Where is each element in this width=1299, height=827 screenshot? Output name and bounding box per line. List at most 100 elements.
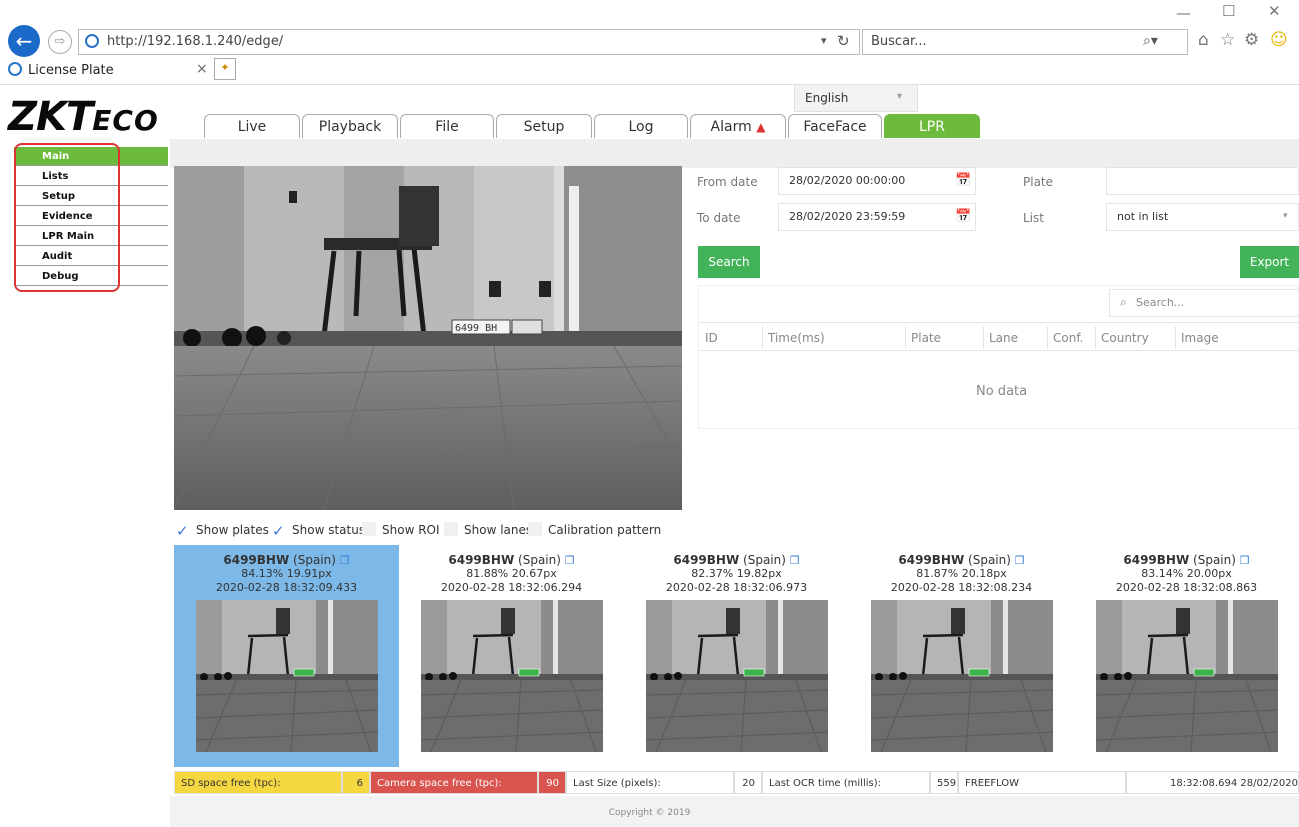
search-icon[interactable]: ⌕▾ — [1143, 33, 1158, 49]
new-tab-icon[interactable]: ✦ — [214, 58, 236, 80]
language-select[interactable]: English ▾ — [794, 84, 918, 112]
column-header-lane[interactable]: Lane — [989, 331, 1018, 345]
copy-icon[interactable]: ❐ — [340, 554, 350, 567]
copyright-text: Copyright © 2019 — [608, 808, 691, 818]
table-search-placeholder: Search... — [1136, 296, 1185, 309]
calibration-pattern-checkbox[interactable]: Calibration pattern — [528, 521, 661, 539]
nav-tab-live[interactable]: Live — [204, 114, 300, 138]
highlight-annotation-box — [14, 143, 120, 292]
show-status-checkbox[interactable]: ✓ Show status — [272, 521, 365, 539]
thumbnail-time: 2020-02-28 18:32:09.433 — [215, 581, 358, 594]
checkbox-label: Show lanes — [464, 523, 533, 537]
column-header-image[interactable]: Image — [1181, 331, 1219, 345]
thumbnail-plate: 6499BHW — [898, 553, 965, 567]
copy-icon[interactable]: ❐ — [565, 554, 575, 567]
column-header-country[interactable]: Country — [1101, 331, 1149, 345]
nav-tab-file[interactable]: File — [400, 114, 494, 138]
show-plates-checkbox[interactable]: ✓ Show plates — [176, 521, 269, 539]
maximize-icon[interactable]: ☐ — [1222, 2, 1235, 20]
thumbnail-card[interactable]: 6499BHW (Spain) ❐ 82.37% 19.82px 2020-02-2… — [624, 545, 849, 767]
copy-icon[interactable]: ❐ — [1015, 554, 1025, 567]
last-ocr-label: Last OCR time (millis): — [762, 771, 930, 794]
browser-search-input[interactable]: Buscar... ⌕▾ — [862, 29, 1188, 55]
list-select[interactable]: not in list — [1106, 203, 1299, 231]
search-icon: ⌕ — [1120, 295, 1127, 309]
table-search-input[interactable]: ⌕ Search... — [1109, 289, 1299, 317]
plate-overlay-text: 6499 BH — [455, 323, 497, 334]
checkbox-empty — [362, 522, 376, 536]
home-icon[interactable]: ⌂ — [1198, 30, 1209, 50]
column-header-id[interactable]: ID — [705, 331, 718, 345]
checkbox-label: Show status — [292, 523, 366, 537]
calendar-icon[interactable]: 📅 — [955, 173, 971, 188]
nav-tab-label: FaceFace — [803, 119, 867, 135]
thumbnail-time: 2020-02-28 18:32:08.863 — [1115, 581, 1258, 594]
nav-tab-lpr[interactable]: LPR — [884, 114, 980, 138]
thumbnail-card[interactable]: 6499BHW (Spain) ❐ 81.88% 20.67px 2020-02-2… — [399, 545, 624, 767]
status-timestamp: 18:32:08.694 28/02/2020 — [1126, 771, 1299, 794]
settings-gear-icon[interactable]: ⚙ — [1244, 30, 1259, 50]
address-bar[interactable]: http://192.168.1.240/edge/ ▾ ↻ — [78, 29, 860, 55]
column-header-conf[interactable]: Conf. — [1053, 331, 1084, 345]
thumbnail-card[interactable]: 6499BHW (Spain) ❐ 83.14% 20.00px 2020-02-2… — [1074, 545, 1299, 767]
thumbnail-image[interactable] — [421, 600, 603, 752]
divider — [699, 350, 1299, 351]
nav-tab-log[interactable]: Log — [594, 114, 688, 138]
show-roi-checkbox[interactable]: Show ROI — [362, 521, 440, 539]
list-value: not in list — [1117, 210, 1169, 223]
close-window-icon[interactable]: ✕ — [1268, 2, 1281, 20]
thumbnail-time: 2020-02-28 18:32:06.294 — [440, 581, 583, 594]
column-header-plate[interactable]: Plate — [911, 331, 941, 345]
smiley-feedback-icon[interactable]: ☺ — [1270, 30, 1288, 50]
thumbnail-stats: 82.37% 19.82px — [691, 567, 782, 580]
tab-close-icon[interactable]: × — [196, 61, 208, 77]
column-header-time[interactable]: Time(ms) — [768, 331, 825, 345]
thumbnail-image[interactable] — [646, 600, 828, 752]
logo-main-text: ZKT — [8, 94, 93, 140]
to-date-input[interactable]: 28/02/2020 23:59:59 — [778, 203, 976, 231]
checkmark-icon: ✓ — [176, 522, 189, 540]
copy-icon[interactable]: ❐ — [1240, 554, 1250, 567]
thumbnail-title: 6499BHW (Spain) ❐ — [174, 553, 399, 567]
nav-tab-faceface[interactable]: FaceFace — [788, 114, 882, 138]
divider — [1047, 326, 1048, 348]
nav-tab-alarm[interactable]: Alarm ▲ — [690, 114, 786, 138]
divider — [1175, 326, 1176, 348]
refresh-icon[interactable]: ↻ — [837, 32, 850, 50]
thumbnail-card[interactable]: 6499BHW (Spain) ❐ 81.87% 20.18px 2020-02-2… — [849, 545, 1074, 767]
thumbnail-title: 6499BHW (Spain) ❐ — [849, 553, 1074, 567]
thumbnail-card[interactable]: 6499BHW (Spain) ❐ 84.13% 19.91px 2020-02-2… — [174, 545, 399, 767]
nav-tab-setup[interactable]: Setup — [496, 114, 592, 138]
show-lanes-checkbox[interactable]: Show lanes — [444, 521, 532, 539]
thumbnail-stats: 81.87% 20.18px — [916, 567, 1007, 580]
nav-tab-label: Playback — [318, 119, 382, 135]
from-date-input[interactable]: 28/02/2020 00:00:00 — [778, 167, 976, 195]
copy-icon[interactable]: ❐ — [790, 554, 800, 567]
thumbnail-country: (Spain) — [293, 553, 336, 567]
favorites-star-icon[interactable]: ☆ — [1220, 30, 1235, 50]
thumbnail-image[interactable] — [1096, 600, 1278, 752]
nav-tab-playback[interactable]: Playback — [302, 114, 398, 138]
thumbnail-image[interactable] — [871, 600, 1053, 752]
checkmark-icon: ✓ — [272, 522, 285, 540]
thumbnail-stats: 83.14% 20.00px — [1141, 567, 1232, 580]
nav-tab-label: Live — [237, 119, 267, 135]
divider — [762, 326, 763, 348]
thumbnail-image[interactable] — [196, 600, 378, 752]
search-button[interactable]: Search — [698, 246, 760, 278]
plate-input[interactable] — [1106, 167, 1299, 195]
live-video-feed[interactable]: 6499 BH — [174, 166, 682, 510]
header-band — [170, 139, 1299, 168]
back-arrow-icon[interactable]: ← — [8, 25, 40, 57]
calendar-icon[interactable]: 📅 — [955, 209, 971, 224]
nav-tab-label: File — [435, 119, 459, 135]
browser-tab[interactable]: License Plate × ✦ — [4, 58, 236, 82]
last-size-value: 20 — [734, 771, 762, 794]
forward-arrow-icon[interactable]: ⇨ — [48, 30, 72, 54]
sd-space-label: SD space free (tpc): — [174, 771, 342, 794]
alarm-bell-icon: ▲ — [756, 120, 766, 134]
minimize-icon[interactable]: — — [1176, 4, 1191, 22]
export-button[interactable]: Export — [1240, 246, 1299, 278]
thumbnail-plate: 6499BHW — [448, 553, 515, 567]
address-dropdown-icon[interactable]: ▾ — [821, 34, 827, 47]
